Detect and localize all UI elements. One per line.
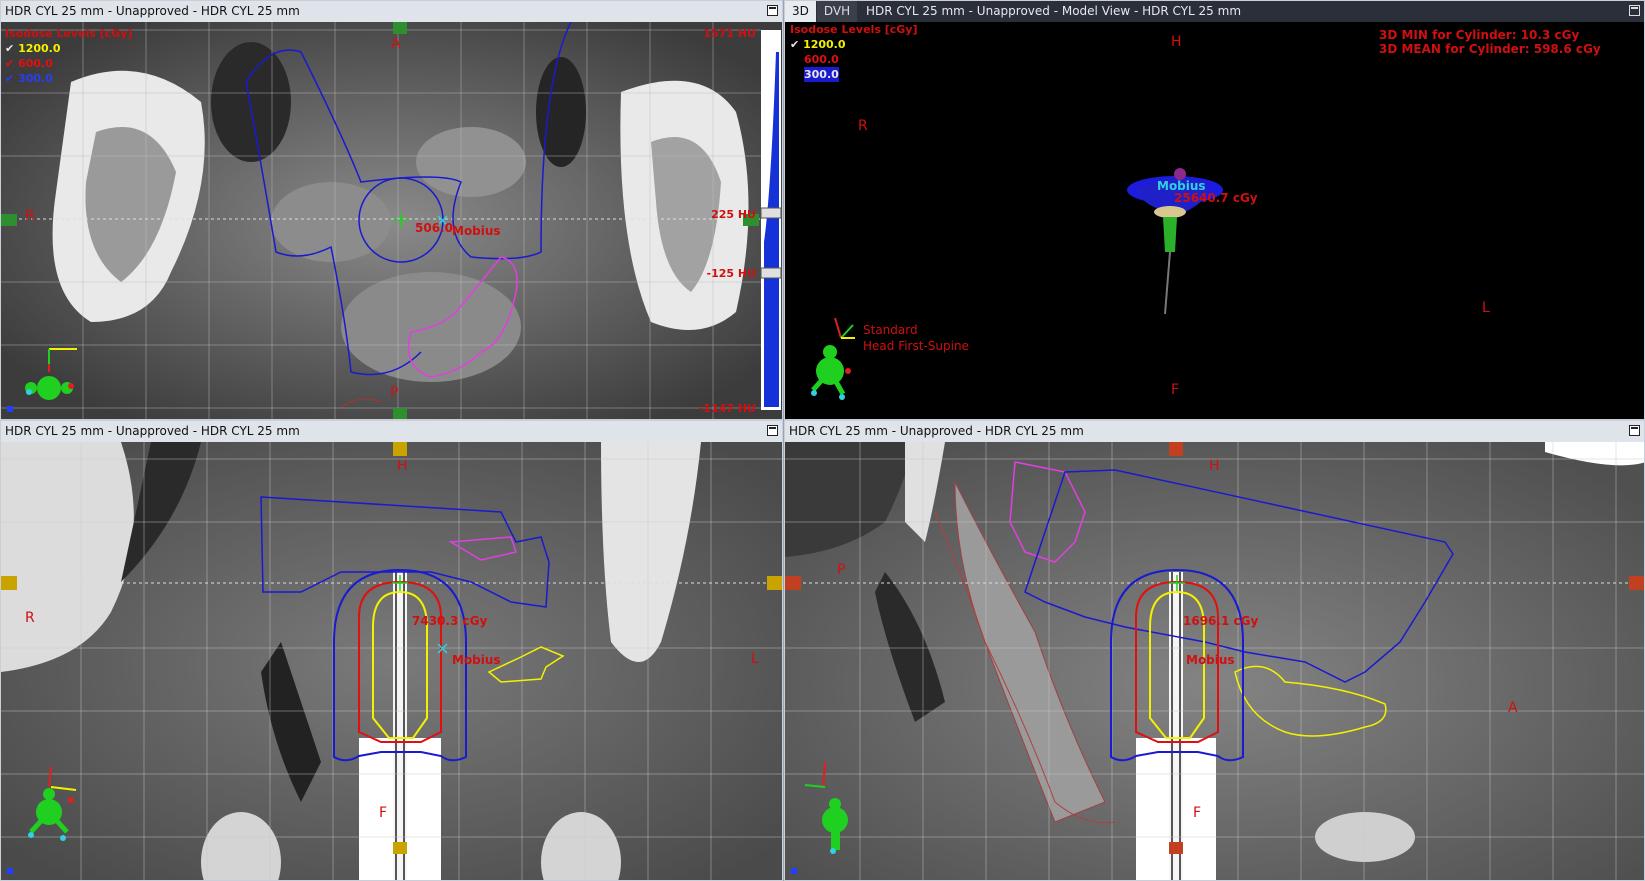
coronal-ct-canvas[interactable]: H F R L 7430.3 cGy Mobius <box>1 442 782 880</box>
isodose-legend-title: Isodose Levels [cGy] <box>790 23 918 36</box>
isodose-level-300[interactable]: 300.0 <box>804 67 839 82</box>
stat-3d-min: 3D MIN for Cylinder: 10.3 cGy <box>1379 28 1580 42</box>
sagittal-view-title: HDR CYL 25 mm - Unapproved - HDR CYL 25 … <box>789 424 1084 438</box>
model-view-title: HDR CYL 25 mm - Unapproved - Model View … <box>865 4 1242 18</box>
sagittal-orient-bottom: F <box>1193 805 1202 821</box>
patient-position: Head First-Supine <box>863 339 969 353</box>
axial-orient-top: A <box>391 36 401 52</box>
maximize-icon[interactable] <box>767 5 778 16</box>
sagittal-view-pane[interactable]: HDR CYL 25 mm - Unapproved - HDR CYL 25 … <box>784 420 1645 881</box>
coronal-orient-top: H <box>397 458 408 474</box>
model-view-titlebar: 3D DVH HDR CYL 25 mm - Unapproved - Model… <box>785 1 1644 22</box>
coronal-orient-bottom: F <box>379 805 388 821</box>
sagittal-orient-top: H <box>1209 458 1220 474</box>
model-orient-top: H <box>1171 34 1182 50</box>
isodose-level-600[interactable]: 600.0 <box>790 52 918 67</box>
hu-min-label: -1147 HU <box>698 402 756 415</box>
sagittal-ct-canvas[interactable]: H F P A 1696.1 cGy Mobius <box>785 442 1644 880</box>
model-orient-right: L <box>1482 300 1490 316</box>
sagittal-dose-value: 1696.1 cGy <box>1183 614 1259 628</box>
axial-dose-value: 506.0 <box>415 221 453 235</box>
maximize-icon[interactable] <box>767 425 778 436</box>
axial-isodose-legend: Isodose Levels [cGy] ✔ 1200.0 ✔ 600.0 ✔ … <box>5 26 133 86</box>
model-dose-value: 25640.7 cGy <box>1174 191 1258 205</box>
coronal-view-pane[interactable]: HDR CYL 25 mm - Unapproved - HDR CYL 25 … <box>0 420 783 881</box>
axial-ct-canvas[interactable]: Isodose Levels [cGy] ✔ 1200.0 ✔ 600.0 ✔ … <box>1 22 782 419</box>
coronal-ct-image <box>1 442 782 880</box>
axial-view-pane[interactable]: HDR CYL 25 mm - Unapproved - HDR CYL 25 … <box>0 0 783 420</box>
hu-window-high-label: 225 HU <box>711 208 756 221</box>
hu-max-label: 1571 HU <box>703 27 756 40</box>
isodose-level-600[interactable]: ✔ 600.0 <box>5 56 133 71</box>
sagittal-point-name: Mobius <box>1186 653 1235 667</box>
sagittal-orient-left: P <box>837 562 846 578</box>
model-view-pane[interactable]: 3D DVH HDR CYL 25 mm - Unapproved - Model… <box>784 0 1645 420</box>
view-name: Standard <box>863 323 918 337</box>
coronal-view-titlebar: HDR CYL 25 mm - Unapproved - HDR CYL 25 … <box>1 421 782 442</box>
coronal-point-name: Mobius <box>452 653 501 667</box>
tab-dvh[interactable]: DVH <box>816 1 858 22</box>
model-3d-canvas[interactable]: Isodose Levels [cGy] ✔ 1200.0 600.0 300.… <box>785 22 1644 419</box>
maximize-icon[interactable] <box>1629 5 1640 16</box>
maximize-icon[interactable] <box>1629 425 1640 436</box>
model-orient-bottom: F <box>1171 382 1180 398</box>
axial-view-titlebar: HDR CYL 25 mm - Unapproved - HDR CYL 25 … <box>1 1 782 22</box>
coronal-orient-left: R <box>25 610 35 626</box>
isodose-legend-title: Isodose Levels [cGy] <box>5 27 133 40</box>
isodose-level-300[interactable]: ✔ 300.0 <box>5 71 133 86</box>
coronal-dose-value: 7430.3 cGy <box>412 614 488 628</box>
coronal-view-title: HDR CYL 25 mm - Unapproved - HDR CYL 25 … <box>5 424 300 438</box>
isodose-level-1200[interactable]: ✔ 1200.0 <box>790 37 918 52</box>
model-orient-left: R <box>858 118 868 134</box>
axial-orient-left: R <box>25 208 35 224</box>
sagittal-view-titlebar: HDR CYL 25 mm - Unapproved - HDR CYL 25 … <box>785 421 1644 442</box>
stat-3d-mean: 3D MEAN for Cylinder: 598.6 cGy <box>1379 42 1601 56</box>
tab-3d[interactable]: 3D <box>785 1 816 22</box>
axial-orient-bottom: P <box>390 385 399 401</box>
sagittal-orient-right: A <box>1508 700 1518 716</box>
axial-view-title: HDR CYL 25 mm - Unapproved - HDR CYL 25 … <box>5 4 300 18</box>
isodose-level-1200[interactable]: ✔ 1200.0 <box>5 41 133 56</box>
axial-point-name: Mobius <box>452 224 501 238</box>
coronal-orient-right: L <box>751 651 759 667</box>
hu-window-low-label: -125 HU <box>706 267 757 280</box>
model-isodose-legend: Isodose Levels [cGy] ✔ 1200.0 600.0 300.… <box>790 22 918 82</box>
